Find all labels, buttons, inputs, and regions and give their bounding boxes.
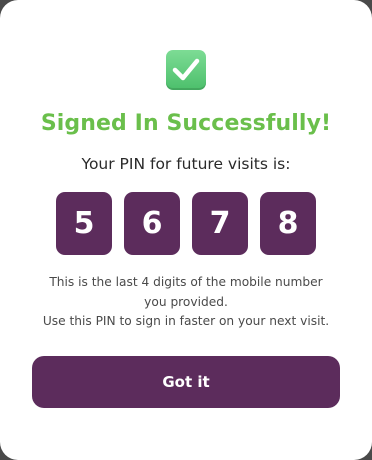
pin-digit: 7 (192, 192, 248, 255)
info-line: you provided. (144, 294, 228, 309)
pin-digit: 8 (260, 192, 316, 255)
pin-display: 5 6 7 8 (56, 192, 316, 255)
pin-digit: 5 (56, 192, 112, 255)
dialog-title: Signed In Successfully! (40, 111, 332, 136)
info-line: This is the last 4 digits of the mobile … (49, 275, 323, 289)
success-dialog: Signed In Successfully! Your PIN for fut… (0, 0, 372, 460)
got-it-button[interactable]: Got it (32, 356, 340, 408)
info-line: Use this PIN to sign in faster on your n… (42, 314, 330, 328)
pin-info-text: This is the last 4 digits of the mobile … (0, 273, 372, 332)
check-mark-icon (166, 50, 206, 90)
pin-prompt: Your PIN for future visits is: (81, 155, 291, 173)
pin-digit: 6 (124, 192, 180, 255)
